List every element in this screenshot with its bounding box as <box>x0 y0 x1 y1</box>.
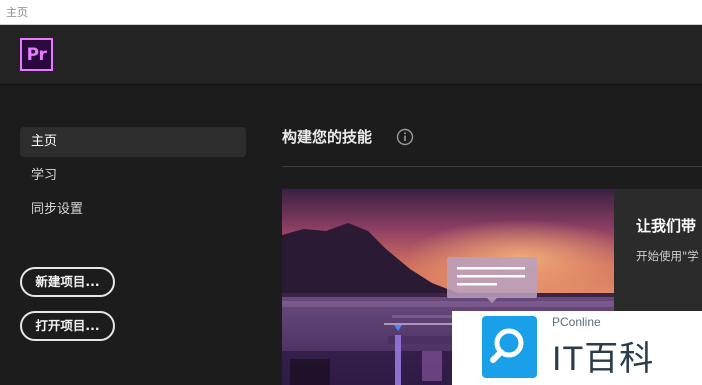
premiere-logo: Pr <box>20 38 53 71</box>
app-header: Pr <box>0 25 702 85</box>
watermark-brand: IT百科 <box>552 340 655 378</box>
search-icon <box>482 316 537 378</box>
watermark-site: PConline <box>552 315 601 329</box>
window-titlebar: 主页 <box>0 0 702 25</box>
sidebar: 主页 学习 同步设置 新建项目... 打开项目... <box>0 86 260 385</box>
section-divider <box>282 166 702 167</box>
section-title: 构建您的技能 <box>282 128 373 146</box>
sidebar-item-sync-settings[interactable]: 同步设置 <box>20 195 246 225</box>
tutorial-card-subtitle: 开始使用"学 <box>636 249 699 263</box>
info-icon[interactable] <box>396 128 414 146</box>
tutorial-card-title: 让我们带 <box>636 217 697 235</box>
sidebar-item-learn[interactable]: 学习 <box>20 161 246 191</box>
open-project-button[interactable]: 打开项目... <box>20 311 115 341</box>
pconline-watermark: PConline IT百科 <box>452 311 702 385</box>
new-project-button[interactable]: 新建项目... <box>20 267 115 297</box>
sidebar-item-home[interactable]: 主页 <box>20 127 246 157</box>
window-title: 主页 <box>6 6 28 19</box>
